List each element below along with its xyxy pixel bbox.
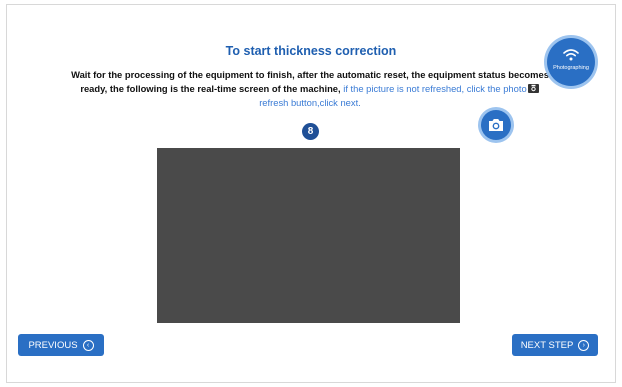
countdown-badge: 8 bbox=[302, 123, 319, 140]
photographing-button[interactable]: Photographing bbox=[547, 38, 595, 86]
wifi-icon bbox=[563, 49, 579, 61]
camera-icon bbox=[489, 119, 503, 131]
next-step-label: NEXT STEP bbox=[520, 339, 574, 351]
instructions-highlight-start: if the picture is not refreshed, click t… bbox=[343, 83, 527, 94]
previous-label: PREVIOUS bbox=[28, 339, 78, 351]
chevron-right-icon: › bbox=[578, 339, 590, 351]
refresh-photo-button[interactable] bbox=[481, 110, 511, 140]
chevron-left-icon: ‹ bbox=[82, 339, 94, 351]
photographing-label: Photographing bbox=[553, 65, 589, 71]
previous-button[interactable]: PREVIOUS ‹ bbox=[18, 334, 104, 356]
camera-preview bbox=[157, 148, 460, 323]
page-title: To start thickness correction bbox=[225, 44, 397, 58]
instructions-highlight-end: refresh button,click next. bbox=[259, 97, 361, 108]
next-step-button[interactable]: NEXT STEP › bbox=[512, 334, 598, 356]
camera-icon bbox=[527, 84, 539, 93]
instructions-text: Wait for the processing of the equipment… bbox=[70, 68, 550, 110]
